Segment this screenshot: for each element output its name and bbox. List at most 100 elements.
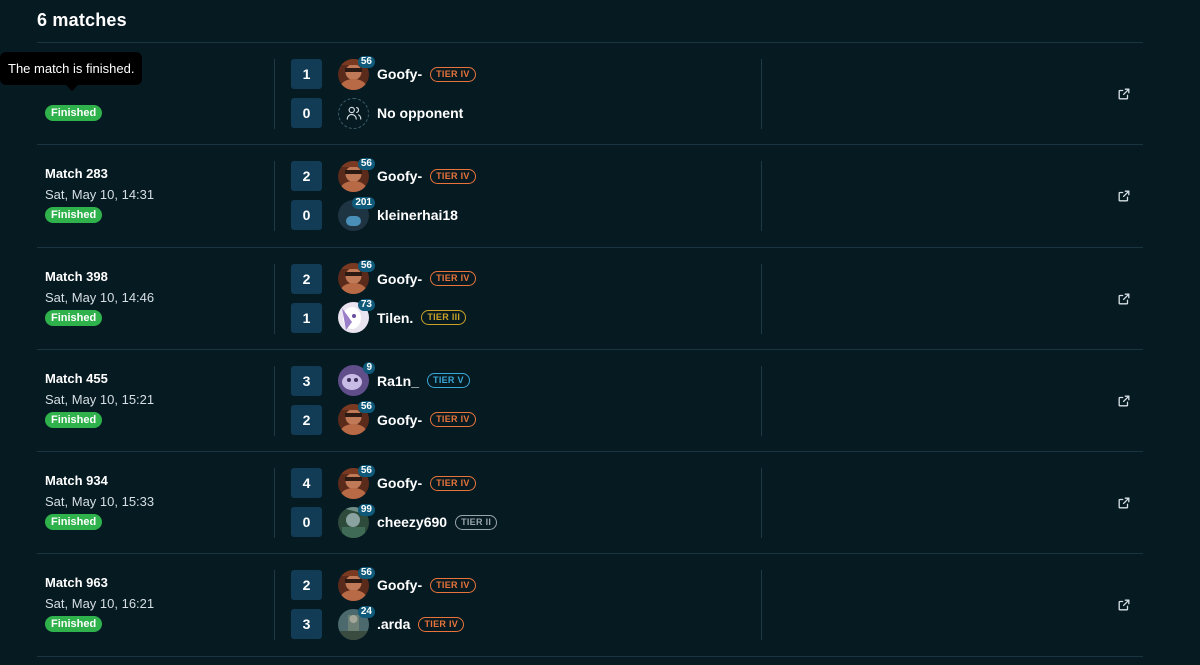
score-box: 2 [291,570,322,601]
match-info: Match 963 Sat, May 10, 16:21 Finished [45,574,265,633]
match-side-bottom: 0 99 cheezy690 TIER II [291,503,751,538]
match-side-top: 3 9 Ra1n_ TIER V [291,362,751,397]
divider [274,263,275,334]
score-box: 3 [291,365,322,396]
page-title: 6 matches [37,10,127,30]
match-row[interactable]: Match 398 Sat, May 10, 14:46 Finished 2 … [37,248,1143,350]
player-level-badge: 73 [357,299,375,312]
match-side-bottom: 0 No opponent [291,97,751,129]
match-info: Match 283 Sat, May 10, 14:31 Finished [45,165,265,224]
score-box: 4 [291,468,322,499]
tier-badge: TIER IV [430,577,476,593]
match-row[interactable]: Match 283 Sat, May 10, 14:31 Finished 2 … [37,145,1143,248]
divider [761,263,762,334]
match-info: Match 398 Sat, May 10, 14:46 Finished [45,268,265,326]
player-name[interactable]: Goofy- [377,412,422,428]
tier-badge: TIER III [421,310,467,326]
player-name: No opponent [377,105,464,121]
match-name: Match 963 [45,575,108,591]
player-avatar[interactable]: 9 [338,362,375,397]
match-side-top: 2 56 Goofy- TIER IV [291,260,751,295]
match-row[interactable]: Match 963 Sat, May 10, 16:21 Finished 2 … [37,554,1143,657]
match-name: Match 455 [45,370,108,386]
player-avatar[interactable]: 56 [338,464,375,499]
status-badge: Finished [45,411,103,428]
player-avatar[interactable]: 56 [338,157,375,192]
match-side-bottom: 0 201 kleinerhai18 [291,196,751,231]
player-avatar[interactable]: 201 [338,196,375,231]
score-box: 2 [291,263,322,294]
player-name[interactable]: cheezy690 [377,514,447,530]
status-badge: Finished [45,616,103,633]
player-avatar[interactable]: 56 [338,260,375,295]
player-name[interactable]: Goofy- [377,475,422,491]
player-name[interactable]: Goofy- [377,168,422,184]
match-date: Sat, May 10, 14:31 [45,187,155,203]
status-badge: Finished [45,207,103,224]
divider [274,59,275,129]
player-avatar[interactable]: 99 [338,503,375,538]
external-link-icon[interactable] [1117,496,1131,510]
player-level-badge: 56 [357,260,375,273]
match-info: Match 455 Sat, May 10, 15:21 Finished [45,370,265,428]
tier-badge: TIER IV [430,271,476,287]
match-row[interactable]: Match 934 Sat, May 10, 15:33 Finished 4 … [37,452,1143,555]
match-date: Sat, May 10, 14:46 [45,289,155,305]
player-avatar[interactable]: 56 [338,55,375,90]
match-name: Match 934 [45,473,108,489]
tier-badge: TIER IV [430,168,476,184]
divider [761,59,762,129]
divider [274,365,275,436]
player-level-badge: 201 [352,196,375,209]
player-avatar[interactable]: 56 [338,401,375,436]
match-row[interactable]: Match 455 Sat, May 10, 15:21 Finished 3 … [37,350,1143,453]
external-link-icon[interactable] [1117,394,1131,408]
match-info: Finished [45,101,265,121]
external-link-icon[interactable] [1117,292,1131,306]
match-side-top: 2 56 Goofy- TIER IV [291,566,751,601]
player-name[interactable]: Goofy- [377,271,422,287]
player-name[interactable]: .arda [377,616,410,632]
tier-badge: TIER IV [430,412,476,428]
match-side-top: 1 56 Goofy- TIER IV [291,55,751,90]
player-level-badge: 56 [357,157,375,170]
score-box: 3 [291,609,322,640]
divider [274,468,275,539]
player-name[interactable]: kleinerhai18 [377,207,458,223]
player-name[interactable]: Goofy- [377,577,422,593]
match-row[interactable]: Finished 1 56 Goofy- TIER IV 0 No oppone… [37,43,1143,146]
tier-badge: TIER IV [430,475,476,491]
status-tooltip: The match is finished. [0,52,143,91]
status-badge: Finished [45,105,103,121]
match-list: Finished 1 56 Goofy- TIER IV 0 No oppone… [37,42,1143,657]
player-level-badge: 56 [357,464,375,477]
match-name: Match 283 [45,166,108,182]
player-avatar[interactable]: 73 [338,299,375,334]
player-level-badge: 56 [357,55,375,68]
player-level-badge: 24 [357,605,375,618]
external-link-icon[interactable] [1117,598,1131,612]
match-side-bottom: 3 24 .arda TIER IV [291,605,751,640]
divider [761,468,762,539]
external-link-icon[interactable] [1117,87,1131,101]
player-name[interactable]: Goofy- [377,66,422,82]
player-avatar[interactable]: 24 [338,605,375,640]
player-level-badge: 56 [357,566,375,579]
match-side-bottom: 2 56 Goofy- TIER IV [291,401,751,436]
external-link-icon[interactable] [1117,189,1131,203]
player-avatar[interactable]: 56 [338,566,375,601]
score-box: 0 [291,98,322,128]
score-box: 2 [291,404,322,435]
divider [761,365,762,436]
match-info: Match 934 Sat, May 10, 15:33 Finished [45,472,265,531]
score-box: 1 [291,59,322,89]
match-date: Sat, May 10, 15:21 [45,391,155,407]
status-badge: Finished [45,309,103,326]
status-badge: Finished [45,514,103,531]
player-level-badge: 56 [357,401,375,414]
player-name[interactable]: Tilen. [377,310,413,326]
match-side-top: 2 56 Goofy- TIER IV [291,157,751,192]
player-level-badge: 9 [363,362,375,375]
player-name[interactable]: Ra1n_ [377,373,419,389]
match-name: Match 398 [45,268,108,284]
